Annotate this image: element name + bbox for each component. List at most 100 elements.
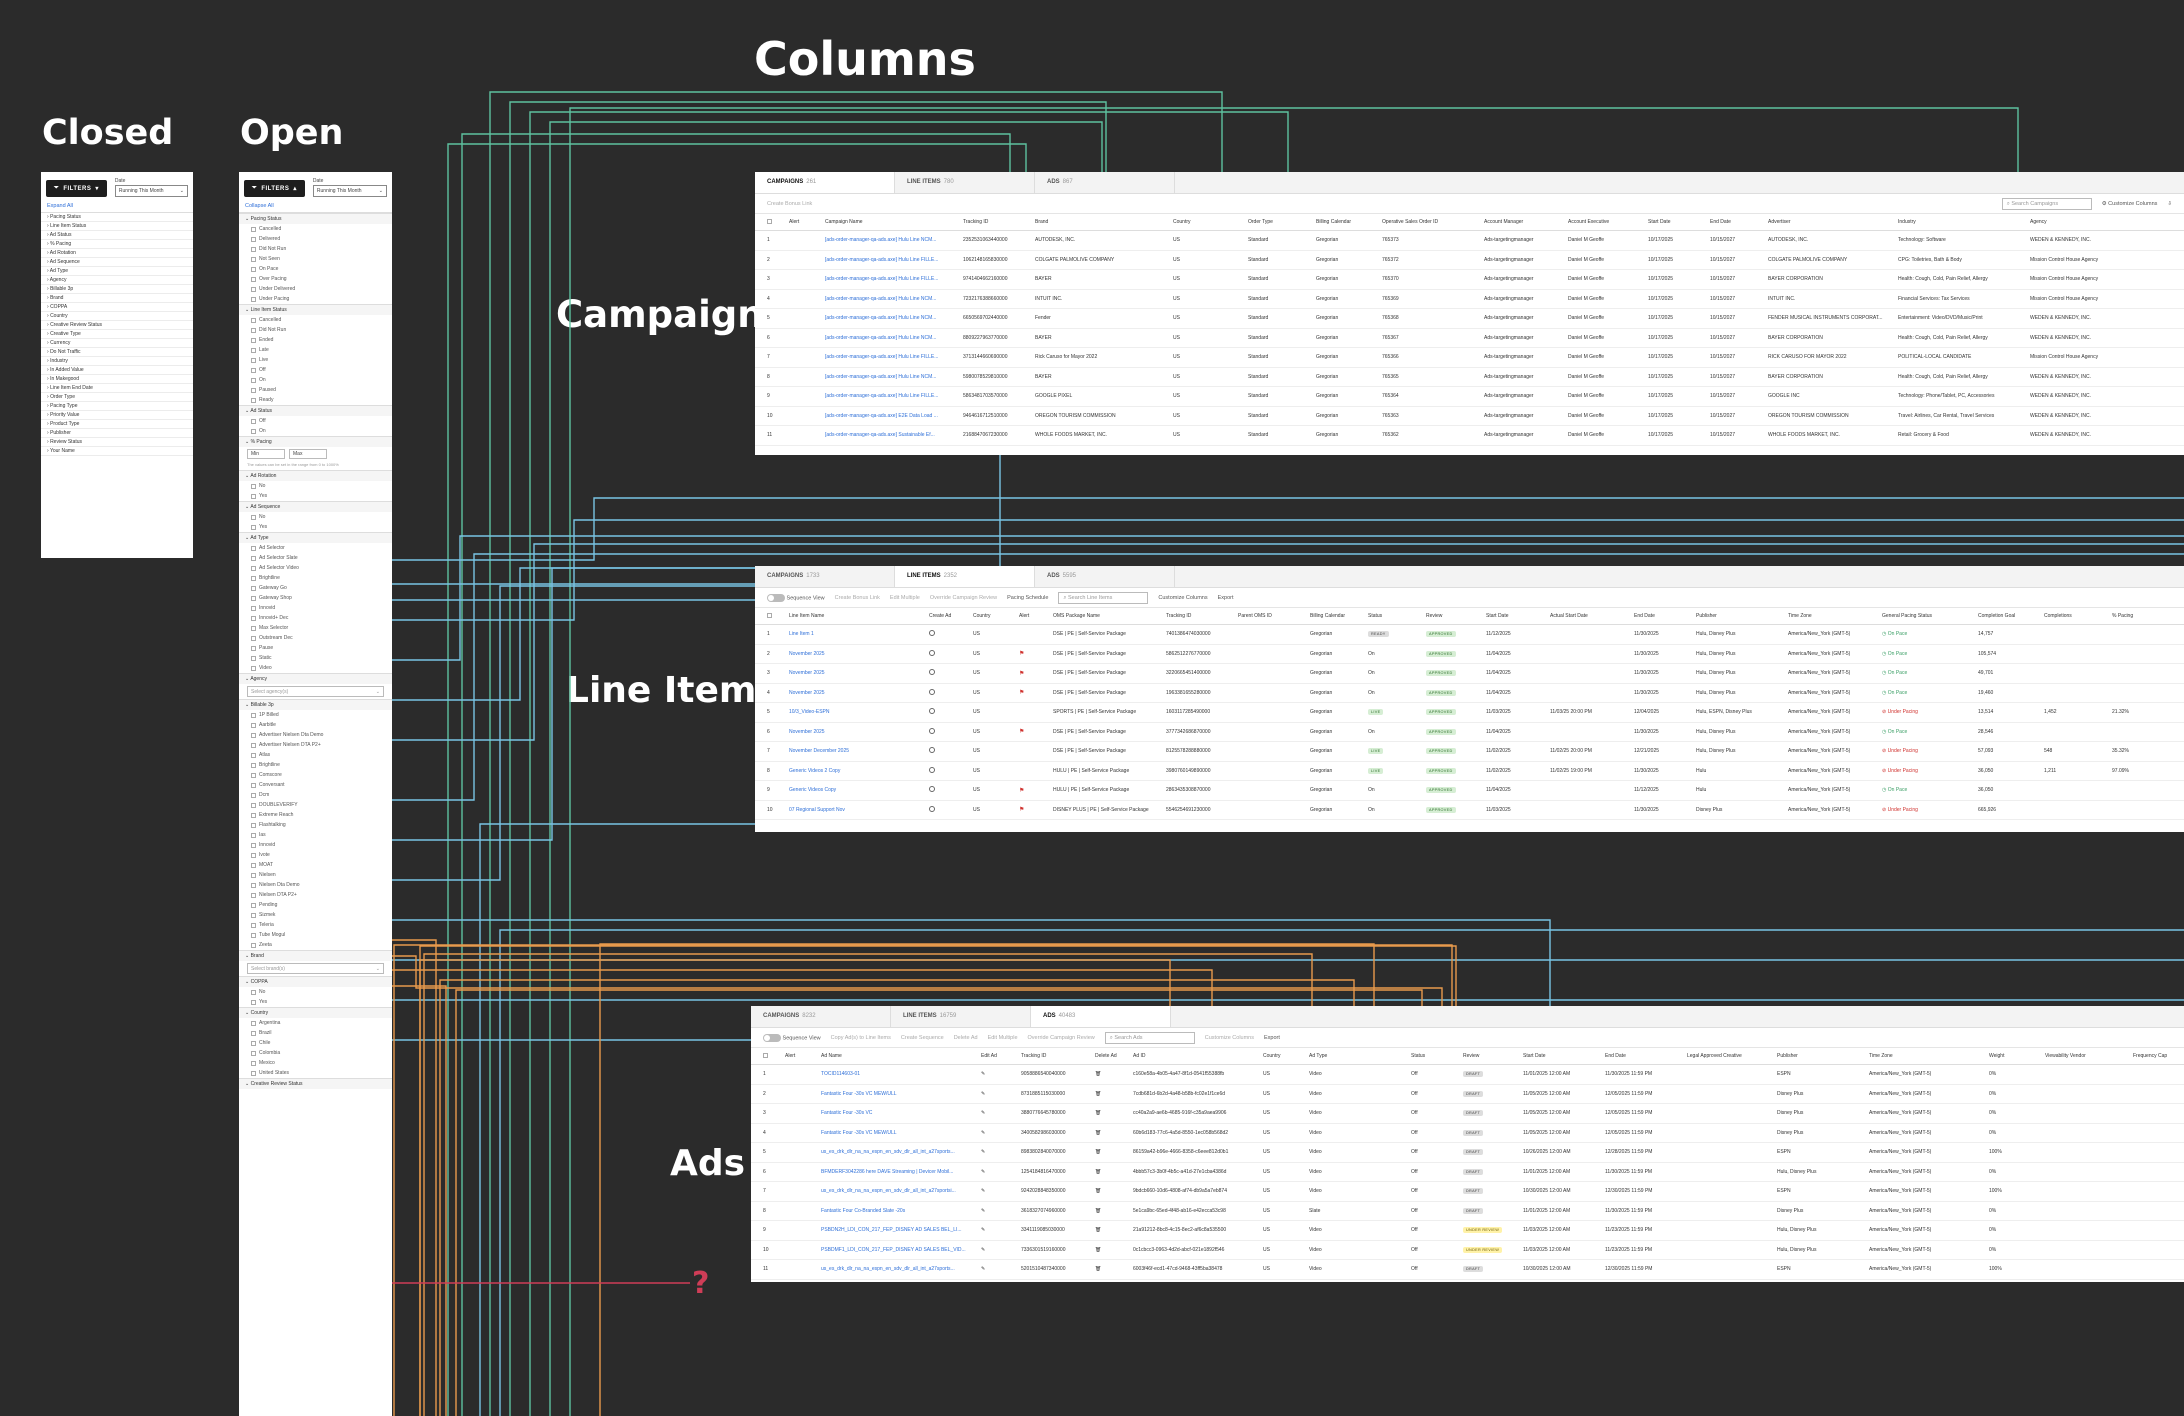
checkbox[interactable] [251,246,256,252]
filter-row[interactable]: › Product Type [41,420,193,429]
checkbox[interactable] [251,555,256,561]
table-row[interactable]: 7 [ads-order-manager-qa-ads.axe] Hulu Lin… [755,348,2184,368]
filter-row[interactable]: › Ad Rotation [41,249,193,258]
campaign-name-link[interactable]: [ads-order-manager-qa-ads.axe] E2E Data … [825,413,963,419]
create-ad-button[interactable] [929,669,973,677]
checkbox[interactable] [251,397,256,403]
filter-option[interactable]: Advertiser Nielsen DTA P2+ [239,740,392,750]
column-header[interactable]: Alert [785,1053,821,1059]
checkbox[interactable] [251,337,256,343]
checkbox[interactable] [251,742,256,748]
filter-row[interactable]: › Order Type [41,393,193,402]
campaign-name-link[interactable]: [ads-order-manager-qa-ads.axe] Hulu Line… [825,315,963,321]
filter-option[interactable]: Ad Selector [239,543,392,553]
filter-section-header[interactable]: ⌄ % Pacing [239,436,392,447]
line-item-name-link[interactable]: November 2025 [789,651,929,657]
tab-ads[interactable]: ADS 5595 [1035,566,1175,587]
filter-option[interactable]: Late [239,345,392,355]
checkbox[interactable] [767,218,772,224]
column-header[interactable]: Viewability Vendor [2045,1053,2133,1059]
filter-option[interactable]: Zeeta [239,940,392,950]
column-header[interactable]: Account Executive [1568,219,1648,225]
line-item-name-link[interactable]: Line Item 1 [789,631,929,637]
filter-option[interactable]: Under Delivered [239,284,392,294]
filter-section-header[interactable]: ⌄ Country [239,1007,392,1018]
filters-button[interactable]: ⏷ FILTERS ▾ [46,180,107,197]
delete-ad-button[interactable]: 🗑 [1095,1266,1133,1272]
create-ad-button[interactable] [929,688,973,697]
checkbox[interactable] [251,782,256,788]
column-header[interactable]: General Pacing Status [1882,613,1978,619]
checkbox[interactable] [251,1020,256,1026]
table-row[interactable]: 10 [ads-order-manager-qa-ads.axe] E2E Dat… [755,407,2184,426]
column-header[interactable]: Status [1368,613,1426,619]
create-bonus-link-button[interactable]: Create Bonus Link [835,595,880,601]
checkbox[interactable] [251,1040,256,1046]
sequence-view-toggle[interactable]: Sequence View [763,1033,821,1042]
filter-row[interactable]: › Brand [41,294,193,303]
create-ad-button[interactable] [929,786,973,794]
delete-ad-button[interactable]: 🗑 [1095,1130,1133,1136]
checkbox[interactable] [251,1050,256,1056]
filter-option[interactable]: Ad Selector Slate [239,553,392,563]
checkbox[interactable] [251,665,256,671]
edit-ad-button[interactable]: ✎ [981,1188,1021,1194]
table-row[interactable]: 7 November December 2025 US DSE | PE | Self… [755,742,2184,762]
campaign-name-link[interactable]: [ads-order-manager-qa-ads.axe] Hulu Line… [825,276,963,282]
table-row[interactable]: 6 [ads-order-manager-qa-ads.axe] Hulu Lin… [755,329,2184,348]
search-input[interactable]: ⌕ Search Line Items [1058,591,1149,604]
checkbox[interactable] [251,932,256,938]
column-header[interactable]: Campaign Name [825,219,963,225]
delete-ad-button[interactable]: 🗑 [1095,1227,1133,1233]
column-header[interactable]: Legal Approved Creative [1687,1053,1777,1059]
filters-button[interactable]: ⏷ FILTERS ▴ [244,180,305,197]
filter-option[interactable]: Sizmek [239,910,392,920]
ad-name-link[interactable]: us_es_drk_dlr_na_na_espn_en_sdv_dlr_all_… [821,1188,981,1194]
filter-row[interactable]: › Publisher [41,429,193,438]
filter-row[interactable]: › Ad Sequence [41,258,193,267]
column-header[interactable]: Ad ID [1133,1053,1263,1059]
campaign-name-link[interactable]: [ads-order-manager-qa-ads.axe] Hulu Line… [825,374,963,380]
filter-option[interactable]: Mexico [239,1058,392,1068]
filter-option[interactable]: Under Pacing [239,294,392,304]
filter-option[interactable]: Innovid [239,840,392,850]
column-header[interactable]: Completions [2044,613,2112,619]
export-icon[interactable]: ⇩ [2167,201,2172,207]
filter-option[interactable]: Gateway Go [239,583,392,593]
filter-option[interactable]: Argentina [239,1018,392,1028]
edit-ad-button[interactable]: ✎ [981,1169,1021,1175]
checkbox[interactable] [251,852,256,858]
filter-row[interactable]: › Line Item End Date [41,384,193,393]
table-row[interactable]: 11 us_es_drk_dlr_na_na_espn_en_sdv_dlr_al… [751,1260,2184,1280]
column-header[interactable]: Tracking ID [963,219,1035,225]
filter-option[interactable]: Teleria [239,920,392,930]
override-campaign-review-button[interactable]: Override Campaign Review [930,595,997,601]
table-row[interactable]: 4 November 2025 US ⚑ DSE | PE | Self-Service… [755,684,2184,703]
checkbox[interactable] [251,802,256,808]
checkbox[interactable] [251,882,256,888]
filter-section-header[interactable]: ⌄ Ad Sequence [239,501,392,512]
tab-line-items[interactable]: LINE ITEMS 16759 [891,1006,1031,1027]
campaign-name-link[interactable]: [ads-order-manager-qa-ads.axe] Hulu Line… [825,237,963,243]
delete-ad-button[interactable]: 🗑 [1095,1188,1133,1194]
column-header[interactable]: Industry [1898,219,2030,225]
create-ad-button[interactable] [929,630,973,638]
column-header[interactable]: Create Ad [929,613,973,619]
line-item-name-link[interactable]: November 2025 [789,670,929,676]
filter-row[interactable]: › Ad Status [41,231,193,240]
edit-ad-button[interactable]: ✎ [981,1266,1021,1272]
column-header[interactable]: Time Zone [1788,613,1882,619]
column-header[interactable]: End Date [1710,219,1768,225]
column-header[interactable]: Alert [1019,613,1053,619]
checkbox[interactable] [251,842,256,848]
filter-option[interactable]: Tube Mogul [239,930,392,940]
checkbox[interactable] [251,428,256,434]
checkbox[interactable] [251,792,256,798]
filter-option[interactable]: Ad Selector Video [239,563,392,573]
checkbox[interactable] [251,732,256,738]
create-ad-button[interactable] [929,805,973,814]
filter-option[interactable]: No [239,987,392,997]
edit-ad-button[interactable]: ✎ [981,1110,1021,1116]
export-button[interactable]: Export [1264,1035,1280,1041]
delete-ad-button[interactable]: 🗑 [1095,1110,1133,1116]
